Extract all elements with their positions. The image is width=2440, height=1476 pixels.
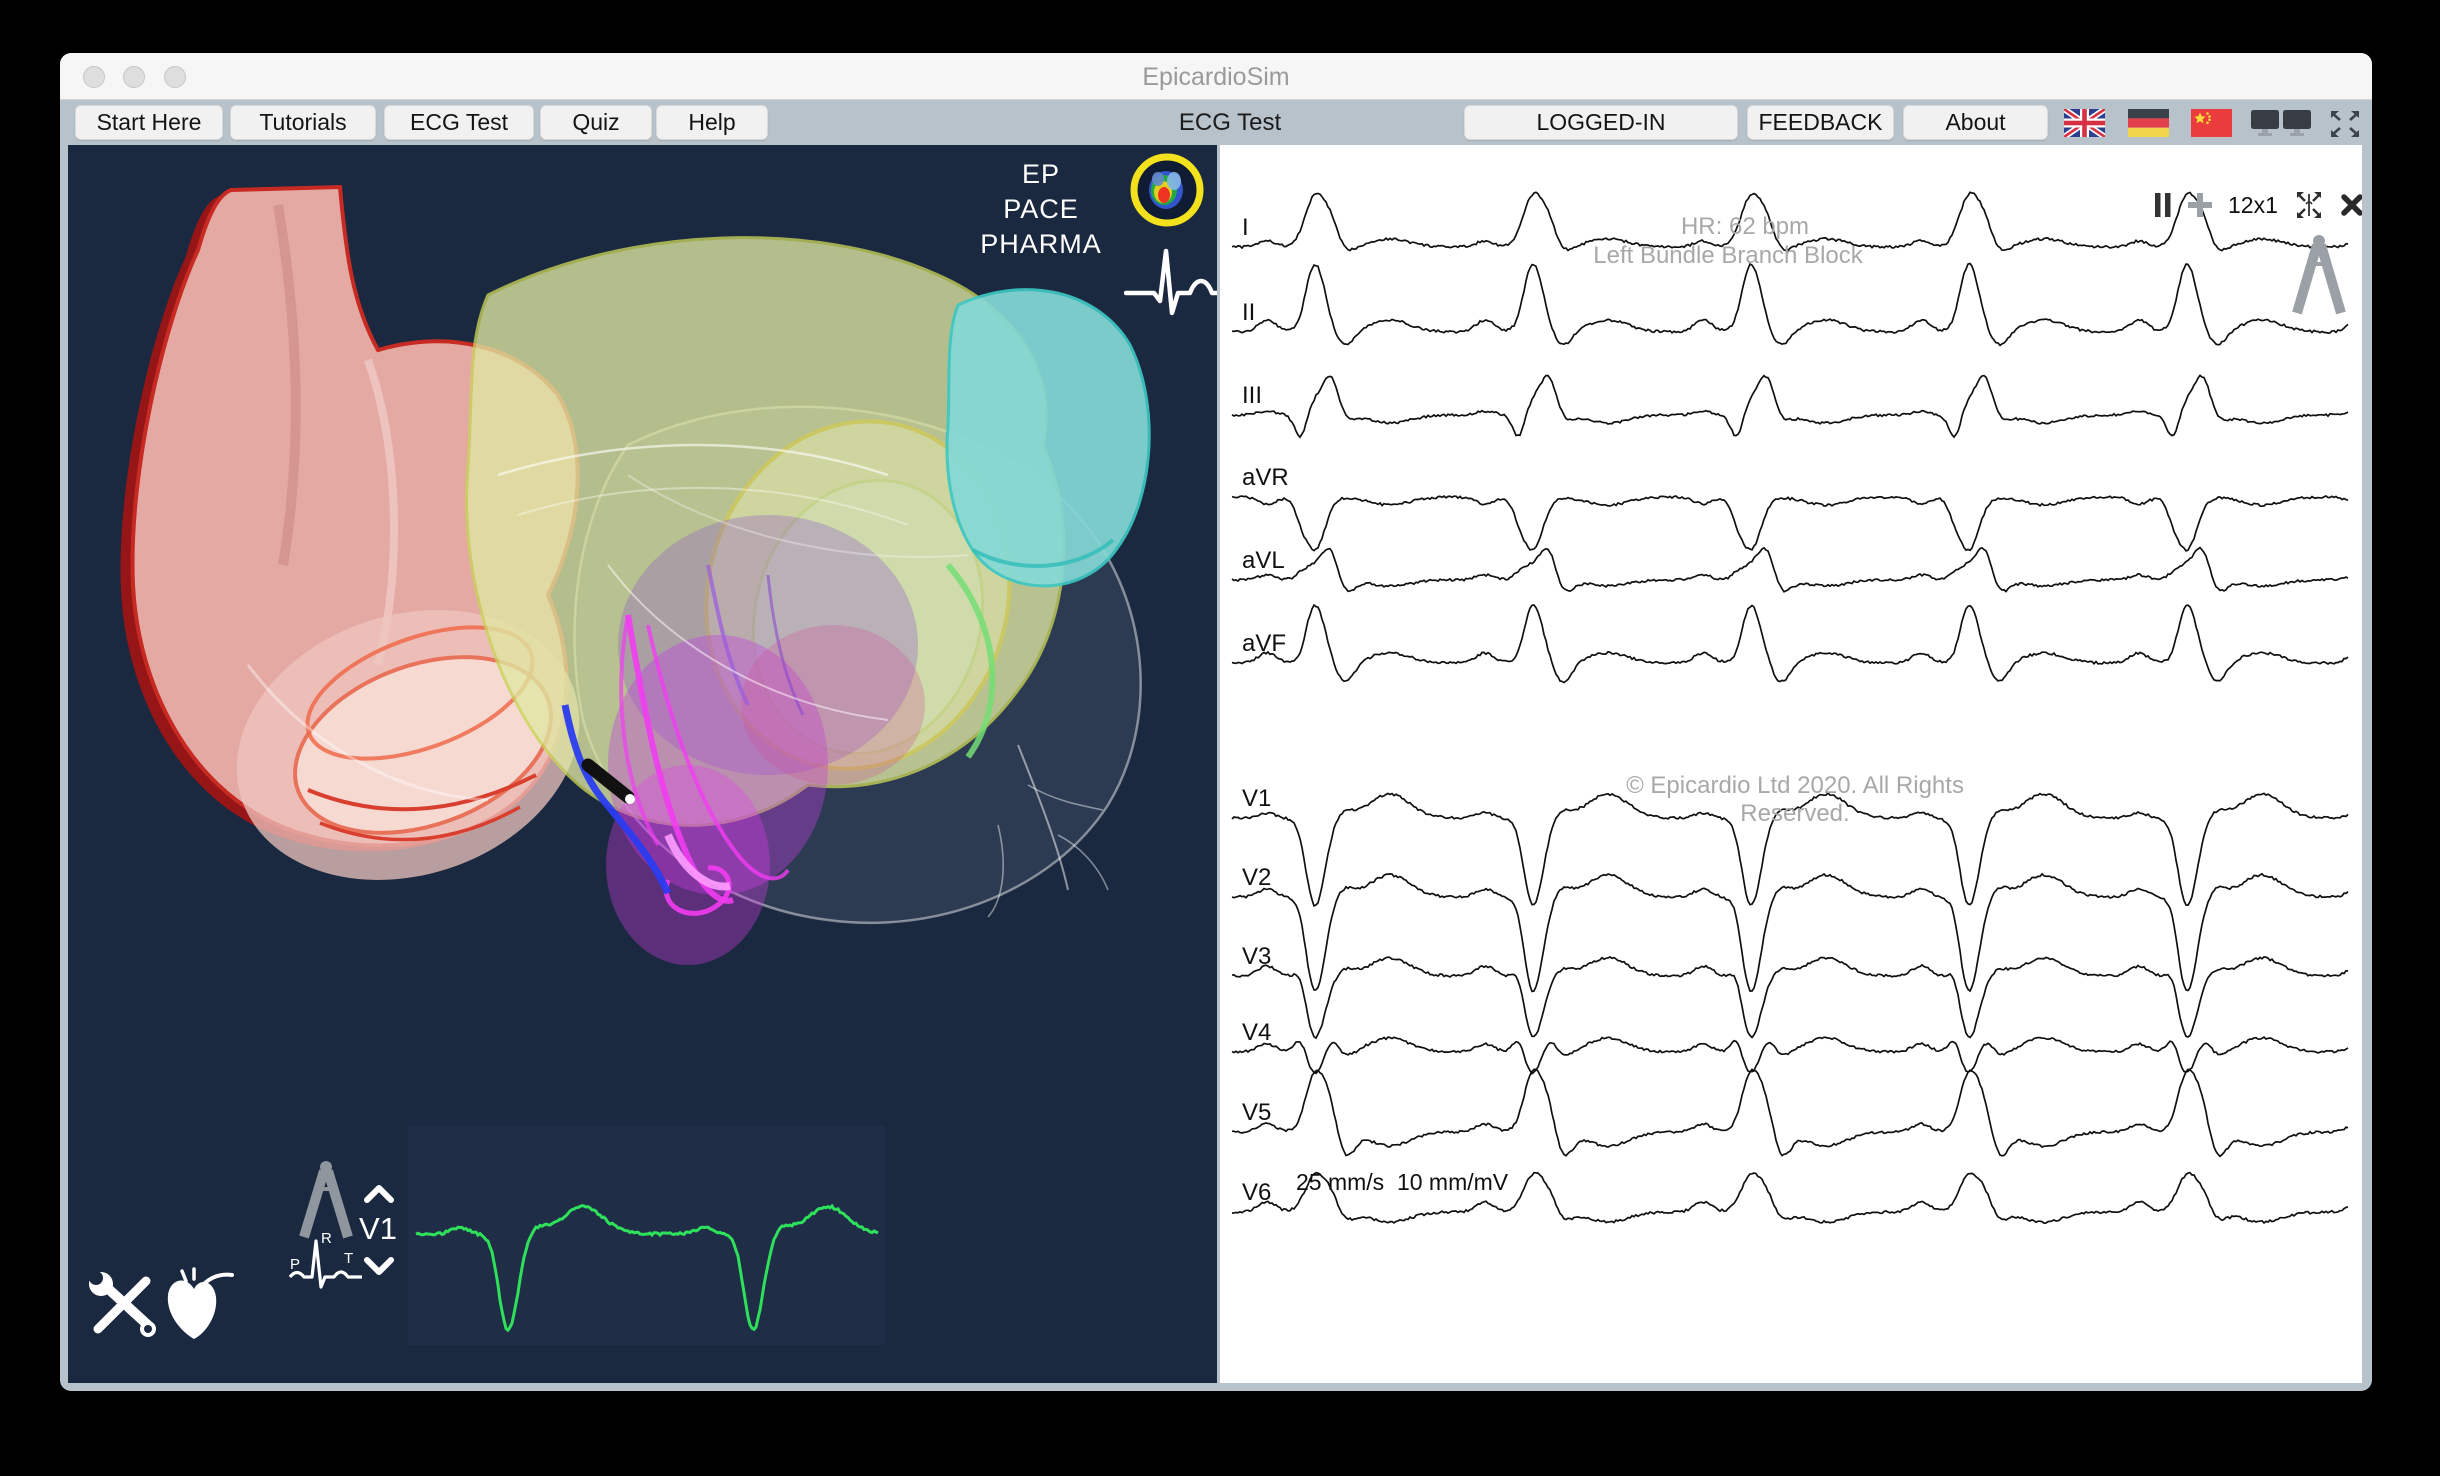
mode-pace[interactable]: PACE (946, 192, 1136, 227)
heart-3d-panel[interactable]: EP PACE PHARMA (68, 145, 1217, 1383)
expand-ecg-button[interactable] (2293, 190, 2325, 220)
copyright-text: © Epicardio Ltd 2020. All Rights Reserve… (1595, 772, 1995, 828)
ecg-lead-label-V5: V5 (1242, 1099, 1271, 1126)
ecg-trace-V2 (1232, 874, 2348, 992)
ecg-lead-label-V4: V4 (1242, 1019, 1271, 1046)
menu-button-ecg-test[interactable]: ECG Test (384, 105, 534, 140)
ecg-lead-label-V2: V2 (1242, 864, 1271, 891)
menu-bar: Start Here Tutorials ECG Test Quiz Help … (60, 101, 2372, 145)
rhythm-readout: Left Bundle Branch Block (1528, 242, 1928, 270)
svg-text:T: T (344, 1250, 353, 1267)
ecg-lead-label-III: III (1242, 382, 1262, 409)
ecg-caliper-icon[interactable] (2288, 231, 2350, 319)
logged-in-button[interactable]: LOGGED-IN (1464, 105, 1738, 140)
menu-button-quiz[interactable]: Quiz (540, 105, 652, 140)
ecg-lead-label-V3: V3 (1242, 943, 1271, 970)
ecg-panel: IIIIIIaVRaVLaVFV1V2V3V4V5V6 HR: 62 bpm L… (1220, 145, 2362, 1383)
add-button[interactable] (2187, 192, 2213, 218)
ecg-trace-aVL (1232, 548, 2348, 592)
activation-map-button[interactable] (1128, 151, 1206, 229)
fullscreen-icon[interactable] (2328, 109, 2362, 139)
window-title: EpicardioSim (60, 53, 2372, 100)
ecg-trace-toggle-icon[interactable] (1124, 241, 1217, 323)
mode-menu: EP PACE PHARMA (946, 157, 1136, 262)
ecg-trace-aVR (1232, 496, 2348, 551)
lead-down-button[interactable] (364, 1257, 394, 1275)
ecg-controls: 12x1 (2154, 189, 2362, 221)
china-flag-icon[interactable] (2191, 109, 2232, 137)
ecg-lead-label-II: II (1242, 299, 1255, 326)
about-button[interactable]: About (1903, 105, 2048, 140)
ecg-lead-label-aVL: aVL (1242, 547, 1285, 574)
mode-pharma[interactable]: PHARMA (946, 227, 1136, 262)
app-window: EpicardioSim Start Here Tutorials ECG Te… (60, 53, 2372, 1391)
ecg-lead-label-V6: V6 (1242, 1179, 1271, 1206)
ecg-lead-label-aVR: aVR (1242, 464, 1289, 491)
svg-text:R: R (321, 1230, 332, 1247)
tools-icon[interactable] (88, 1267, 160, 1339)
rhythm-strip-trace (416, 1206, 878, 1331)
current-mode-label: ECG Test (1120, 105, 1340, 140)
ecg-trace-V4 (1232, 1037, 2348, 1074)
germany-flag-icon[interactable] (2128, 109, 2169, 137)
dual-monitor-icon[interactable] (2250, 109, 2314, 139)
ecg-trace-II (1232, 264, 2348, 346)
menu-button-help[interactable]: Help (656, 105, 768, 140)
title-bar: EpicardioSim (60, 53, 2372, 100)
layout-label[interactable]: 12x1 (2228, 192, 2278, 219)
pacing-heart-icon[interactable] (160, 1263, 238, 1345)
ecg-scale-text: 25 mm/s 10 mm/mV (1296, 1169, 1508, 1196)
selected-lead-label: V1 (350, 1211, 406, 1247)
menu-button-tutorials[interactable]: Tutorials (230, 105, 376, 140)
rhythm-strip (408, 1126, 885, 1345)
ecg-lead-label-I: I (1242, 214, 1249, 241)
ecg-trace-aVF (1232, 605, 2348, 683)
uk-flag-icon[interactable] (2064, 109, 2105, 137)
ecg-trace-V5 (1232, 1069, 2348, 1156)
feedback-button[interactable]: FEEDBACK (1747, 105, 1894, 140)
menu-button-start-here[interactable]: Start Here (75, 105, 223, 140)
hr-readout: HR: 62 bpm (1545, 213, 1945, 241)
pause-button[interactable] (2154, 192, 2172, 218)
lead-up-button[interactable] (364, 1185, 394, 1203)
ecg-trace-III (1232, 375, 2348, 437)
svg-text:P: P (290, 1256, 300, 1273)
ecg-lead-label-aVF: aVF (1242, 630, 1286, 657)
mode-ep[interactable]: EP (946, 157, 1136, 192)
ecg-lead-label-V1: V1 (1242, 785, 1271, 812)
close-ecg-button[interactable] (2340, 193, 2362, 217)
